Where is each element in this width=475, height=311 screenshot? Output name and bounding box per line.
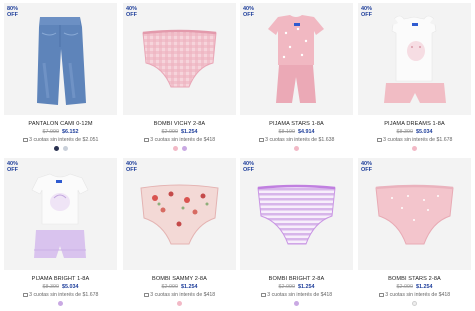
color-swatches: [240, 146, 353, 152]
card-icon: [378, 292, 384, 297]
striped-underwear-illustration: [257, 184, 336, 245]
color-swatches: [123, 301, 236, 307]
installments-info: 3 cuotas sin interés de $1.678: [358, 137, 471, 143]
old-price: $8.390: [42, 284, 60, 290]
old-price: $2.090: [161, 129, 179, 135]
sale-price: $5.034: [62, 284, 79, 290]
product-grid: 80% OFF PANTALON CAMI 0-12M $7.990 $6.152 …: [0, 0, 475, 311]
product-prices: $8.190 $4.914: [240, 129, 353, 135]
card-icon: [143, 137, 149, 142]
card-icon: [376, 137, 382, 142]
color-swatch-pink[interactable]: [172, 146, 178, 151]
product-prices: $2.090 $1.254: [358, 284, 471, 290]
card-icon: [22, 292, 28, 297]
card-icon: [143, 292, 149, 297]
color-swatches: [358, 146, 471, 152]
pajama-bright-illustration: [31, 173, 89, 258]
sale-price: $1.254: [181, 284, 198, 290]
old-price: $2.090: [278, 284, 296, 290]
color-swatches: [4, 146, 117, 152]
gingham-underwear-illustration: [142, 29, 217, 88]
color-swatch-white[interactable]: [412, 301, 417, 306]
product-prices: $2.090 $1.254: [240, 284, 353, 290]
sale-price: $1.254: [416, 284, 433, 290]
old-price: $7.990: [42, 129, 60, 135]
installments-info: 3 cuotas sin interés de $1.678: [4, 292, 117, 298]
color-swatches: [4, 301, 117, 307]
color-swatch-pink[interactable]: [412, 146, 417, 151]
product-name[interactable]: PIJAMA STARS 1-8A: [240, 121, 353, 127]
color-swatches: [123, 146, 236, 152]
sale-price: $6.152: [62, 129, 79, 135]
sale-price: $5.034: [416, 129, 433, 135]
pajama-stars-illustration: [268, 15, 324, 103]
color-swatches: [240, 301, 353, 307]
installments-info: 3 cuotas sin interés de $418: [358, 292, 471, 298]
product-name[interactable]: PANTALON CAMI 0-12M: [4, 121, 117, 127]
product-image[interactable]: 40% OFF: [123, 3, 236, 115]
product-name[interactable]: BOMBI STARS 2-8A: [358, 276, 471, 282]
discount-badge: 40% OFF: [361, 6, 373, 18]
color-swatch-navy[interactable]: [53, 146, 59, 151]
old-price: $2.090: [396, 284, 414, 290]
color-swatch-pink[interactable]: [177, 301, 182, 306]
product-name[interactable]: PIJAMA DREAMS 1-8A: [358, 121, 471, 127]
sale-price: $4.914: [298, 129, 315, 135]
pajama-dreams-illustration: [384, 15, 446, 103]
old-price: $8.190: [278, 129, 296, 135]
discount-badge: 40% OFF: [126, 6, 138, 18]
card-icon: [260, 292, 266, 297]
product-prices: $2.090 $1.254: [123, 284, 236, 290]
product-name[interactable]: BOMBI VICHY 2-8A: [123, 121, 236, 127]
discount-badge: 40% OFF: [126, 161, 138, 173]
product-image[interactable]: 40% OFF: [123, 158, 236, 270]
product-name[interactable]: BOMBI SAMMY 2-8A: [123, 276, 236, 282]
discount-badge: 40% OFF: [243, 161, 255, 173]
stars-underwear-illustration: [375, 184, 454, 245]
discount-badge: 40% OFF: [361, 161, 373, 173]
jeans-illustration: [37, 17, 86, 105]
sale-price: $1.254: [298, 284, 315, 290]
discount-badge: 40% OFF: [243, 6, 255, 18]
floral-underwear-illustration: [140, 184, 219, 245]
product-image[interactable]: 40% OFF: [4, 158, 117, 270]
product-image[interactable]: 40% OFF: [240, 158, 353, 270]
color-swatch-lilac[interactable]: [58, 301, 63, 306]
discount-badge: 80% OFF: [7, 6, 19, 18]
installments-info: 3 cuotas sin interés de $418: [240, 292, 353, 298]
installments-info: 3 cuotas sin interés de $2.051: [4, 137, 117, 143]
product-prices: $7.990 $6.152: [4, 129, 117, 135]
color-swatches: [358, 301, 471, 307]
product-prices: $8.390 $5.034: [358, 129, 471, 135]
product-image[interactable]: 80% OFF: [4, 3, 117, 115]
old-price: $8.390: [396, 129, 414, 135]
product-prices: $8.390 $5.034: [4, 284, 117, 290]
product-image[interactable]: 40% OFF: [358, 158, 471, 270]
card-icon: [22, 137, 28, 142]
old-price: $2.090: [161, 284, 179, 290]
product-name[interactable]: BOMBI BRIGHT 2-8A: [240, 276, 353, 282]
color-swatch-lilac[interactable]: [294, 301, 299, 306]
product-prices: $2.090 $1.254: [123, 129, 236, 135]
discount-badge: 40% OFF: [7, 161, 19, 173]
card-icon: [258, 137, 264, 142]
sale-price: $1.254: [181, 129, 198, 135]
color-swatch-pink[interactable]: [294, 146, 299, 151]
installments-info: 3 cuotas sin interés de $418: [123, 292, 236, 298]
color-swatch-lilac[interactable]: [181, 146, 187, 151]
product-image[interactable]: 40% OFF: [240, 3, 353, 115]
installments-info: 3 cuotas sin interés de $1.638: [240, 137, 353, 143]
product-name[interactable]: PIJAMA BRIGHT 1-8A: [4, 276, 117, 282]
product-image[interactable]: 40% OFF: [358, 3, 471, 115]
installments-info: 3 cuotas sin interés de $418: [123, 137, 236, 143]
color-swatch-light[interactable]: [62, 146, 68, 151]
